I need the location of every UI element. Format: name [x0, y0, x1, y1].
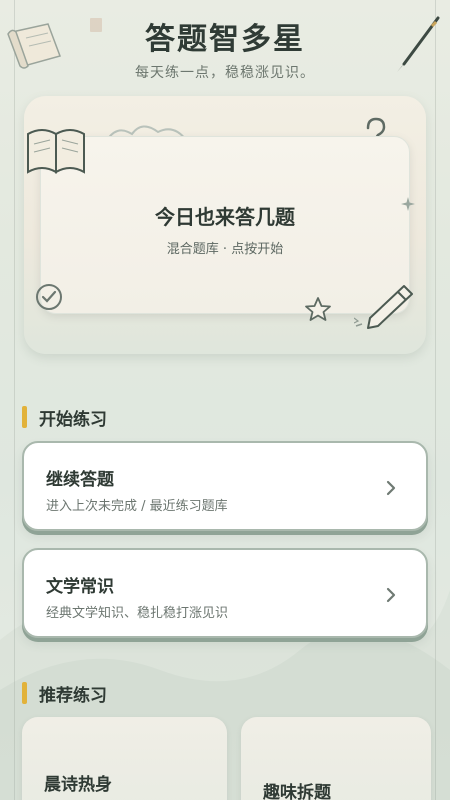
- section-practice: 开始练习: [22, 405, 107, 430]
- fun-puzzle-card[interactable]: 趣味拆题: [241, 717, 431, 800]
- chevron-right-icon: [386, 480, 396, 496]
- chevron-right-icon: [386, 587, 396, 603]
- star-icon: [305, 297, 331, 321]
- card-title: 文学常识: [46, 577, 114, 597]
- morning-poem-card[interactable]: 晨诗热身: [22, 717, 227, 800]
- card-title: 趣味拆题: [263, 783, 331, 800]
- app-subtitle: 每天练一点，稳稳涨见识。: [135, 65, 315, 81]
- section-recommended: 推荐练习: [22, 681, 107, 706]
- hero-banner: 今日也来答几题 混合题库 · 点按开始: [24, 96, 426, 354]
- app-title: 答题智多星: [145, 22, 305, 57]
- book-icon: [27, 129, 85, 174]
- hero-title: 今日也来答几题: [155, 205, 295, 229]
- literature-knowledge-card[interactable]: 文学常识 经典文学知识、稳扎稳打涨见识: [22, 548, 428, 638]
- section-accent-bar: [22, 406, 27, 428]
- brush-icon: [397, 16, 440, 72]
- section-title: 推荐练习: [39, 685, 107, 706]
- sparkle-icon: [401, 197, 415, 211]
- section-title: 开始练习: [39, 409, 107, 430]
- continue-quiz-card[interactable]: 继续答题 进入上次未完成 / 最近练习题库: [22, 441, 428, 531]
- pencil-icon: [354, 285, 413, 329]
- header: 答题智多星 每天练一点，稳稳涨见识。: [0, 0, 450, 90]
- hero-subtitle: 混合题库 · 点按开始: [166, 242, 284, 257]
- section-accent-bar: [22, 682, 27, 704]
- card-title: 继续答题: [46, 470, 114, 490]
- card-description: 进入上次未完成 / 最近练习题库: [46, 499, 228, 514]
- card-title: 晨诗热身: [44, 775, 112, 795]
- card-description: 经典文学知识、稳扎稳打涨见识: [46, 606, 229, 621]
- check-stamp-icon: [36, 284, 62, 310]
